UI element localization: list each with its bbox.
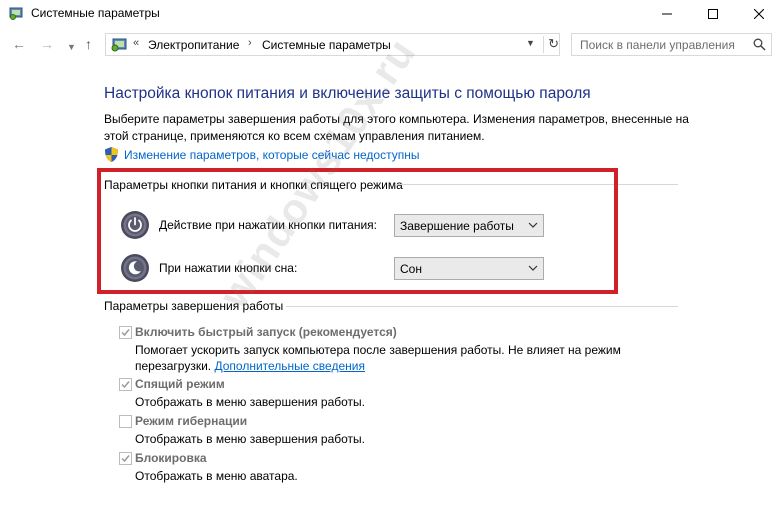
maximize-button[interactable] (690, 0, 736, 28)
checkmark-icon (121, 381, 130, 389)
control-panel-icon (9, 7, 23, 20)
change-unavailable-settings-link[interactable]: Изменение параметров, которые сейчас нед… (124, 148, 420, 162)
lock-checkbox[interactable] (119, 452, 132, 465)
checkmark-icon (121, 329, 130, 337)
address-bar[interactable]: « Электропитание › Системные параметры ▼… (105, 33, 560, 56)
fast-startup-checkbox[interactable] (119, 326, 132, 339)
checkmark-icon (121, 455, 130, 463)
breadcrumb-overflow[interactable]: « (133, 37, 139, 49)
search-box[interactable]: Поиск в панели управления (571, 33, 772, 56)
uac-shield-icon (105, 147, 118, 162)
control-panel-icon (111, 38, 127, 52)
hibernate-label: Режим гибернации (135, 414, 248, 428)
minimize-icon (662, 13, 672, 15)
sleep-label: Спящий режим (135, 377, 225, 391)
maximize-icon (708, 9, 718, 19)
back-arrow-icon[interactable]: ← (12, 37, 26, 51)
fast-startup-description-line2: перезагрузки. Дополнительные сведения (135, 358, 365, 375)
sleep-description: Отображать в меню завершения работы. (135, 395, 366, 409)
up-arrow-icon[interactable]: ↑ (85, 37, 92, 51)
sleep-checkbox[interactable] (119, 378, 132, 391)
recent-locations-chevron-icon[interactable]: ▼ (67, 40, 76, 54)
breadcrumb-power-options[interactable]: Электропитание (148, 38, 239, 52)
search-icon[interactable] (753, 38, 766, 51)
more-info-link[interactable]: Дополнительные сведения (214, 359, 364, 373)
window-title: Системные параметры (31, 6, 160, 20)
lock-description: Отображать в меню аватара. (135, 469, 298, 483)
hibernate-description: Отображать в меню завершения работы. (135, 432, 366, 446)
fast-startup-description: Помогает ускорить запуск компьютера посл… (135, 343, 621, 357)
fast-startup-description-cont: перезагрузки. (135, 359, 212, 373)
minimize-button[interactable] (644, 0, 690, 28)
close-icon (754, 9, 764, 19)
close-button[interactable] (736, 0, 777, 28)
title-bar: Системные параметры (0, 0, 777, 28)
fast-startup-label: Включить быстрый запуск (рекомендуется) (135, 325, 397, 339)
section-divider (286, 306, 678, 307)
hibernate-checkbox[interactable] (119, 415, 132, 428)
page-description: Выберите параметры завершения работы для… (104, 112, 689, 143)
highlight-frame (97, 168, 618, 294)
breadcrumb-separator[interactable]: › (248, 37, 252, 49)
forward-arrow-icon[interactable]: → (40, 37, 54, 51)
lock-label: Блокировка (135, 451, 207, 465)
refresh-icon[interactable]: ↻ (543, 36, 559, 53)
search-input[interactable]: Поиск в панели управления (580, 38, 735, 52)
address-dropdown-chevron-icon[interactable]: ▼ (526, 38, 535, 48)
